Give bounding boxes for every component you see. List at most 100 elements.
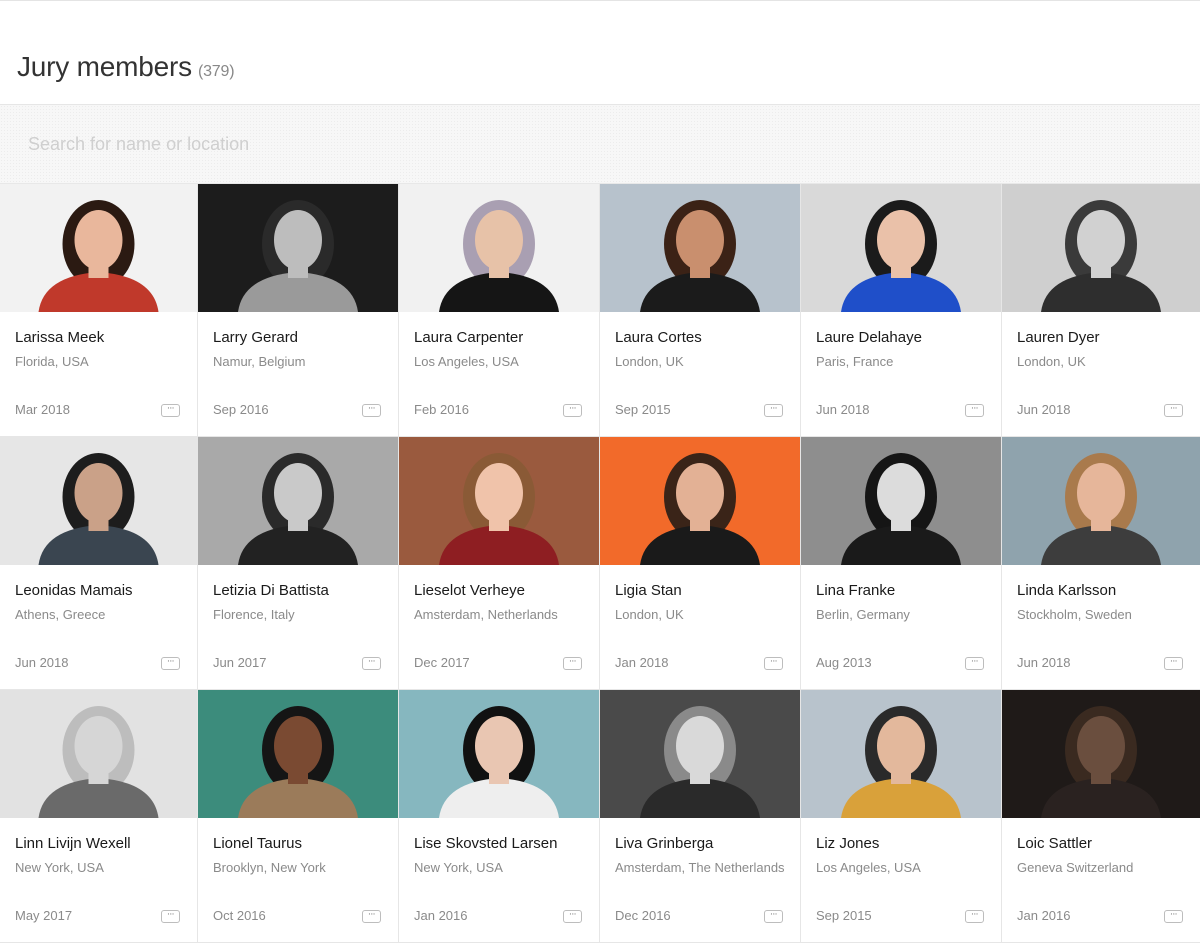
jury-member-card[interactable]: Linda Karlsson Stockholm, Sweden Jun 2018 ·… [1002, 437, 1200, 690]
member-photo[interactable] [0, 184, 197, 312]
jury-member-card[interactable]: Larry Gerard Namur, Belgium Sep 2016 ··· [198, 184, 399, 437]
member-name[interactable]: Linn Livijn Wexell [15, 835, 131, 852]
more-options-button[interactable]: ··· [965, 657, 984, 670]
member-name[interactable]: Laura Cortes [615, 329, 702, 346]
member-photo[interactable] [399, 184, 599, 312]
member-name[interactable]: Leonidas Mamais [15, 582, 133, 599]
member-location: London, UK [1017, 354, 1086, 369]
more-options-button[interactable]: ··· [965, 404, 984, 417]
member-photo[interactable] [600, 690, 800, 818]
jury-member-card[interactable]: Linn Livijn Wexell New York, USA May 2017 ·… [0, 690, 198, 943]
jury-member-card[interactable]: Laura Carpenter Los Angeles, USA Feb 2016 ·… [399, 184, 600, 437]
jury-member-card[interactable]: Lina Franke Berlin, Germany Aug 2013 ··· [801, 437, 1002, 690]
photo-face [1077, 716, 1125, 776]
more-options-button[interactable]: ··· [1164, 910, 1183, 923]
member-photo[interactable] [801, 184, 1001, 312]
jury-member-card[interactable]: Ligia Stan London, UK Jan 2018 ··· [600, 437, 801, 690]
search-input[interactable] [0, 105, 1200, 183]
member-name[interactable]: Lionel Taurus [213, 835, 302, 852]
member-name[interactable]: Liva Grinberga [615, 835, 713, 852]
member-joined-date: Aug 2013 [816, 655, 872, 670]
more-options-button[interactable]: ··· [1164, 657, 1183, 670]
member-name[interactable]: Laura Carpenter [414, 329, 523, 346]
photo-face [475, 463, 523, 523]
jury-member-card[interactable]: Laura Cortes London, UK Sep 2015 ··· [600, 184, 801, 437]
member-photo[interactable] [198, 184, 398, 312]
jury-member-card[interactable]: Liz Jones Los Angeles, USA Sep 2015 ··· [801, 690, 1002, 943]
more-options-button[interactable]: ··· [362, 404, 381, 417]
more-options-button[interactable]: ··· [764, 657, 783, 670]
member-name[interactable]: Ligia Stan [615, 582, 682, 599]
member-photo[interactable] [1002, 437, 1200, 565]
photo-face [877, 716, 925, 776]
jury-member-card[interactable]: Leonidas Mamais Athens, Greece Jun 2018 ··· [0, 437, 198, 690]
member-name[interactable]: Lina Franke [816, 582, 895, 599]
member-photo[interactable] [801, 690, 1001, 818]
member-name[interactable]: Loic Sattler [1017, 835, 1092, 852]
photo-face [74, 716, 123, 776]
photo-face [274, 463, 322, 523]
member-photo[interactable] [1002, 184, 1200, 312]
member-name[interactable]: Lauren Dyer [1017, 329, 1100, 346]
jury-member-card[interactable]: Liva Grinberga Amsterdam, The Netherlands… [600, 690, 801, 943]
photo-face [74, 463, 123, 523]
member-photo[interactable] [600, 437, 800, 565]
photo-face [1077, 463, 1125, 523]
photo-face [676, 463, 724, 523]
member-location: Los Angeles, USA [414, 354, 519, 369]
member-photo[interactable] [198, 690, 398, 818]
more-options-button[interactable]: ··· [362, 910, 381, 923]
jury-member-card[interactable]: Lionel Taurus Brooklyn, New York Oct 2016 ·… [198, 690, 399, 943]
more-options-button[interactable]: ··· [563, 910, 582, 923]
member-name[interactable]: Lise Skovsted Larsen [414, 835, 557, 852]
jury-member-card[interactable]: Lauren Dyer London, UK Jun 2018 ··· [1002, 184, 1200, 437]
jury-member-card[interactable]: Lise Skovsted Larsen New York, USA Jan 201… [399, 690, 600, 943]
member-name[interactable]: Lieselot Verheye [414, 582, 525, 599]
member-joined-date: Sep 2015 [816, 908, 872, 923]
member-name[interactable]: Laure Delahaye [816, 329, 922, 346]
more-options-button[interactable]: ··· [161, 404, 180, 417]
member-photo[interactable] [1002, 690, 1200, 818]
member-photo[interactable] [399, 437, 599, 565]
member-name[interactable]: Larissa Meek [15, 329, 104, 346]
member-joined-date: Jun 2017 [213, 655, 267, 670]
page-title-text: Jury members [17, 51, 192, 82]
member-photo[interactable] [0, 437, 197, 565]
jury-member-card[interactable]: Letizia Di Battista Florence, Italy Jun 20… [198, 437, 399, 690]
member-photo[interactable] [198, 437, 398, 565]
more-options-button[interactable]: ··· [563, 404, 582, 417]
member-location: Namur, Belgium [213, 354, 306, 369]
member-joined-date: Jun 2018 [1017, 402, 1071, 417]
member-location: Florida, USA [15, 354, 89, 369]
member-photo[interactable] [0, 690, 197, 818]
more-options-button[interactable]: ··· [764, 910, 783, 923]
more-options-button[interactable]: ··· [161, 910, 180, 923]
member-name[interactable]: Letizia Di Battista [213, 582, 329, 599]
more-options-button[interactable]: ··· [362, 657, 381, 670]
member-photo[interactable] [399, 690, 599, 818]
jury-member-card[interactable]: Laure Delahaye Paris, France Jun 2018 ··· [801, 184, 1002, 437]
more-options-button[interactable]: ··· [563, 657, 582, 670]
member-name[interactable]: Liz Jones [816, 835, 879, 852]
photo-face [274, 716, 322, 776]
photo-face [1077, 210, 1125, 270]
member-photo[interactable] [801, 437, 1001, 565]
photo-face [877, 210, 925, 270]
more-options-button[interactable]: ··· [161, 657, 180, 670]
more-options-button[interactable]: ··· [764, 404, 783, 417]
member-location: Amsterdam, The Netherlands [615, 860, 785, 875]
more-options-button[interactable]: ··· [965, 910, 984, 923]
member-joined-date: Mar 2018 [15, 402, 70, 417]
jury-member-card[interactable]: Lieselot Verheye Amsterdam, Netherlands De… [399, 437, 600, 690]
member-name[interactable]: Linda Karlsson [1017, 582, 1116, 599]
jury-member-card[interactable]: Larissa Meek Florida, USA Mar 2018 ··· [0, 184, 198, 437]
member-joined-date: Sep 2015 [615, 402, 671, 417]
more-options-button[interactable]: ··· [1164, 404, 1183, 417]
member-joined-date: Oct 2016 [213, 908, 266, 923]
member-photo[interactable] [600, 184, 800, 312]
jury-member-card[interactable]: Loic Sattler Geneva Switzerland Jan 2016 ··… [1002, 690, 1200, 943]
page-header: Jury members (379) [0, 0, 1200, 105]
member-joined-date: Jan 2016 [414, 908, 468, 923]
member-joined-date: Dec 2016 [615, 908, 671, 923]
member-name[interactable]: Larry Gerard [213, 329, 298, 346]
